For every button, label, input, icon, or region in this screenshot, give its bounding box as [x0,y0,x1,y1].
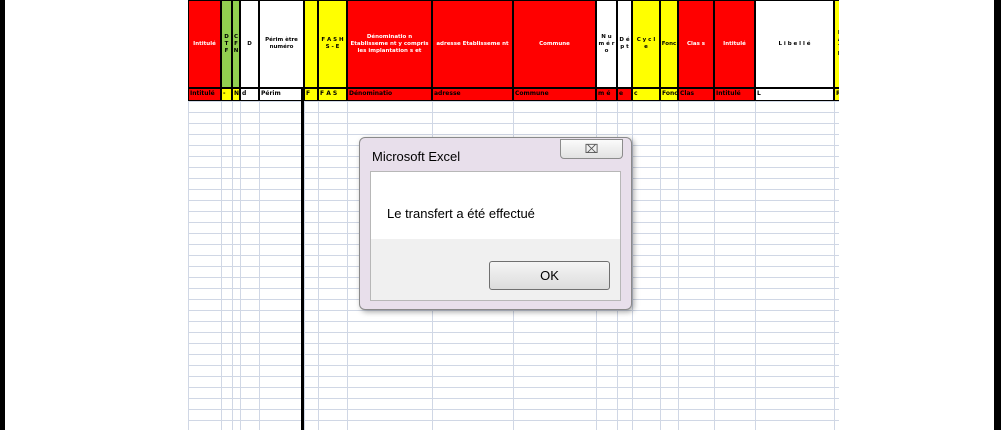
dialog-message: Le transfert a été effectué [387,206,535,221]
field-name-cell-9[interactable]: Commune [513,88,596,101]
field-name-cell-10[interactable]: m é [596,88,617,101]
column-header-11[interactable]: D é p t [617,0,632,88]
field-name-cell-3[interactable]: d [240,88,259,101]
frozen-pane-divider [301,88,304,430]
grid-column-line [678,101,679,430]
field-name-cell-13[interactable]: Fonc [660,88,678,101]
field-name-cell-12[interactable]: c [632,88,660,101]
column-header-15[interactable]: Intitulé [714,0,755,88]
grid-column-line [755,101,756,430]
field-name-cell-1[interactable]: - [221,88,232,101]
grid-column-line [318,101,319,430]
field-name-cell-11[interactable]: e [617,88,632,101]
column-header-4[interactable]: Périm ètre numéro [259,0,304,88]
field-name-cell-16[interactable]: L [755,88,834,101]
column-header-6[interactable]: F A S H S - E [318,0,347,88]
field-name-cell-6[interactable]: F A S [318,88,347,101]
column-header-9[interactable]: Commune [513,0,596,88]
column-header-0[interactable]: Intitulé [188,0,221,88]
grid-column-line [632,101,633,430]
ok-button[interactable]: OK [489,261,610,290]
dialog-content: Le transfert a été effectué [371,172,620,239]
close-button[interactable]: ⌧ [560,139,623,159]
field-name-cell-17[interactable]: R [834,88,839,101]
grid-column-line [221,101,222,430]
column-header-2[interactable]: C F N [232,0,240,88]
close-icon: ⌧ [584,142,599,156]
column-header-5[interactable] [304,0,318,88]
column-header-3[interactable]: D [240,0,259,88]
grid-column-line [347,101,348,430]
grid-column-line [259,101,260,430]
window-border-left [0,0,5,430]
column-header-16[interactable]: L i b e l l é [755,0,834,88]
column-header-12[interactable]: C y c l e [632,0,660,88]
column-header-10[interactable]: N u m é r o [596,0,617,88]
field-name-cell-8[interactable]: adresse [432,88,513,101]
column-header-1[interactable]: D T F [221,0,232,88]
field-name-cell-14[interactable]: Clas [678,88,714,101]
column-header-8[interactable]: adresse Etablisseme nt [432,0,513,88]
column-header-7[interactable]: Dénominatio n Etablisseme nt y compris l… [347,0,432,88]
column-header-17[interactable]: R A T N [834,0,839,88]
field-name-cell-5[interactable]: F [304,88,318,101]
grid-column-line [304,101,305,430]
grid-column-line [232,101,233,430]
grid-column-line [240,101,241,430]
dialog-title: Microsoft Excel [372,149,461,164]
window-border-right [994,0,1001,430]
dialog-body: Le transfert a été effectué OK [370,171,621,301]
field-name-cell-0[interactable]: Intitulé [188,88,221,101]
field-name-cell-15[interactable]: Intitulé [714,88,755,101]
column-header-13[interactable]: Fonc [660,0,678,88]
message-dialog: Microsoft Excel ⌧ Le transfert a été eff… [359,137,632,310]
field-name-cell-7[interactable]: Dénominatio [347,88,432,101]
field-name-cell-2[interactable]: N [232,88,240,101]
field-name-cell-4[interactable]: Périm [259,88,304,101]
grid-column-line [660,101,661,430]
grid-column-line [714,101,715,430]
column-header-14[interactable]: Clas s [678,0,714,88]
grid-column-line [834,101,835,430]
grid-column-line [188,101,189,430]
